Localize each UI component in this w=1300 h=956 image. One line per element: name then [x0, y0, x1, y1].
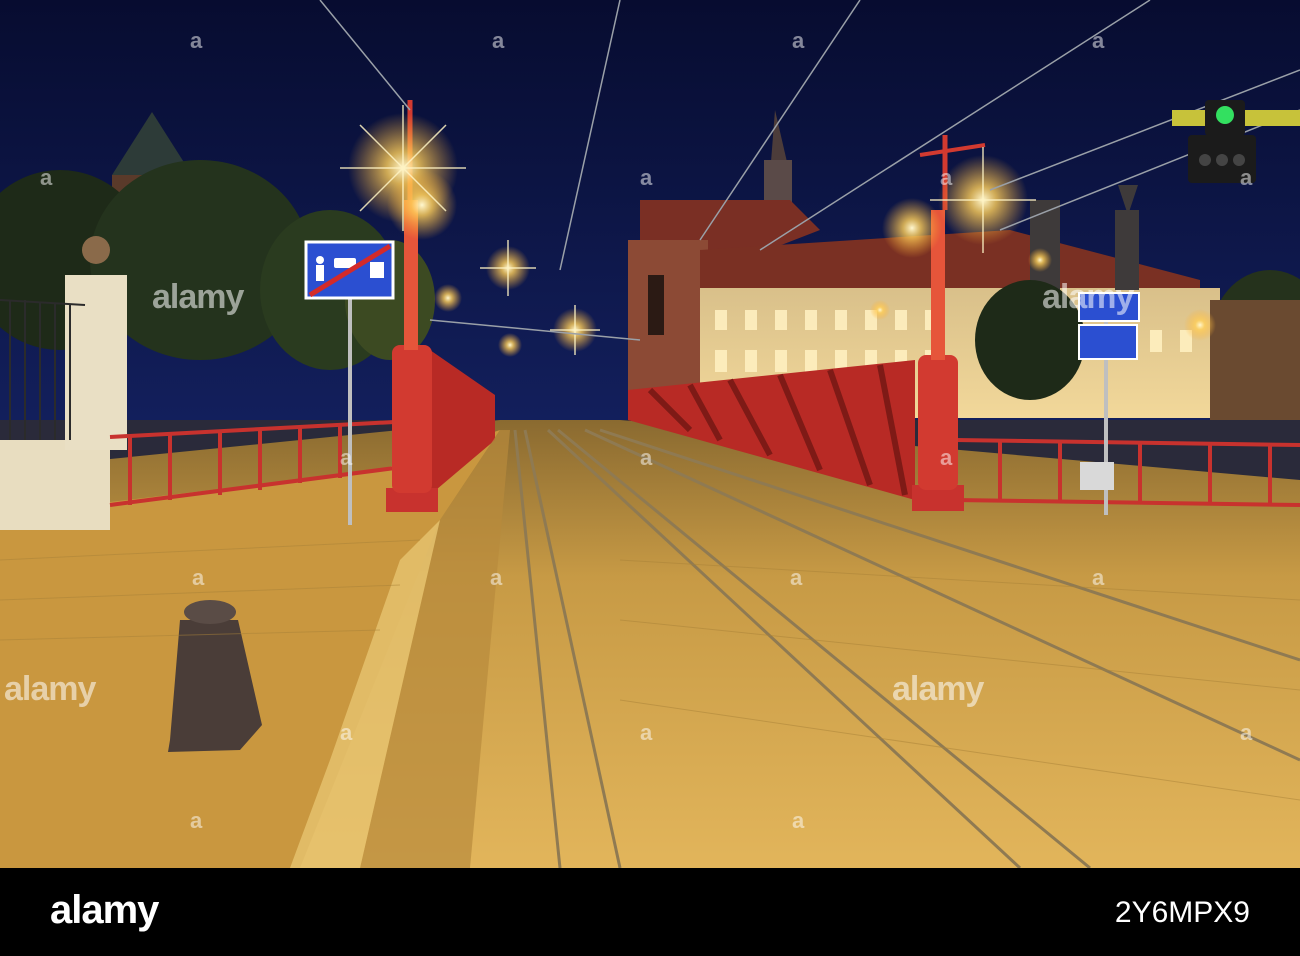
watermark-a: a [340, 445, 352, 470]
watermark-a: a [1092, 565, 1104, 590]
watermark-a: a [192, 565, 204, 590]
watermark-a: a [492, 28, 504, 53]
alamy-logo: alamy [50, 888, 159, 932]
watermark-a: a [490, 565, 502, 590]
watermark-a: a [1240, 165, 1252, 190]
watermark-a: a [190, 28, 202, 53]
watermark-a: a [940, 165, 952, 190]
watermark-alamy: alamy [1042, 278, 1134, 316]
watermark-a: a [790, 565, 802, 590]
watermark-a: a [940, 445, 952, 470]
watermark-a: a [640, 165, 652, 190]
watermark-a: a [640, 445, 652, 470]
watermark-a: a [792, 808, 804, 833]
night-bridge-photo: a a a a a a a a alamy alamy a a a a a a … [0, 0, 1300, 868]
watermark-a: a [340, 720, 352, 745]
watermark-alamy: alamy [892, 670, 984, 708]
watermark-a: a [640, 720, 652, 745]
watermark-alamy: alamy [152, 278, 244, 316]
watermark-a: a [190, 808, 202, 833]
image-id: 2Y6MPX9 [1114, 896, 1250, 929]
watermark-a: a [1092, 28, 1104, 53]
watermark-alamy: alamy [4, 670, 96, 708]
watermark-a: a [1240, 720, 1252, 745]
watermark-a: a [40, 165, 52, 190]
watermark-a: a [792, 28, 804, 53]
stock-footer-bar: alamy 2Y6MPX9 [0, 868, 1300, 956]
